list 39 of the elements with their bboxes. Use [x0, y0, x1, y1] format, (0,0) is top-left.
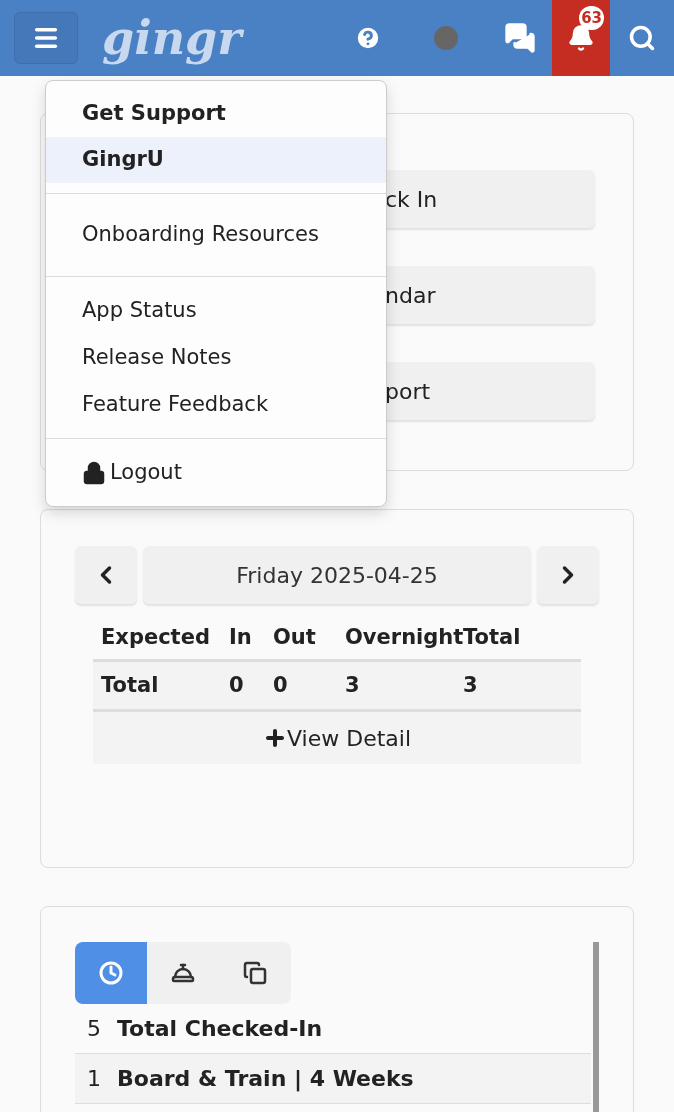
- table-cell-text: 3: [345, 671, 361, 699]
- column-header: Expected: [101, 623, 211, 651]
- service-bell-icon: [171, 961, 195, 985]
- clock-icon: [99, 961, 123, 985]
- date-button[interactable]: Friday 2025-04-25: [143, 546, 531, 604]
- row-label: Total Checked-In: [117, 1015, 323, 1043]
- tab[interactable]: [219, 942, 291, 1004]
- lock-icon: [82, 460, 106, 485]
- column-header: Overnight: [345, 623, 463, 651]
- table-cell-text: 3: [463, 671, 479, 699]
- next-day-button[interactable]: [537, 546, 599, 604]
- notification-badge: 63: [579, 6, 604, 30]
- table-cell-text: Total: [101, 671, 160, 699]
- previous-day-button[interactable]: [75, 546, 137, 604]
- menu-item[interactable]: Onboarding Resources: [46, 204, 386, 266]
- bell-icon: [567, 24, 595, 52]
- tab[interactable]: [147, 942, 219, 1004]
- search-icon[interactable]: [628, 24, 656, 52]
- table-cell-text: 0: [229, 671, 245, 699]
- column-header: Out: [273, 623, 317, 651]
- plus-icon: [263, 726, 287, 750]
- view-detail-button[interactable]: View Detail: [93, 712, 581, 764]
- column-header: In: [229, 623, 253, 651]
- count-cell-text: 1: [87, 1065, 101, 1093]
- chat-icon[interactable]: [504, 22, 536, 54]
- menu-item[interactable]: Logout: [46, 449, 386, 496]
- row-label: Board & Train | 4 Weeks: [117, 1065, 414, 1094]
- notifications-button[interactable]: 63: [552, 0, 610, 76]
- count-cell-text: 5: [87, 1015, 101, 1043]
- menu-button[interactable]: [14, 12, 78, 64]
- help-icon[interactable]: [354, 24, 382, 52]
- column-header: Total: [463, 623, 522, 651]
- menu-item[interactable]: Feature Feedback: [46, 381, 386, 428]
- menu-item[interactable]: Get Support: [46, 91, 386, 137]
- menu-item[interactable]: GingrU: [46, 137, 386, 183]
- table-cell-text: 0: [273, 671, 289, 699]
- menu-item[interactable]: Release Notes: [46, 334, 386, 381]
- copy-icon: [243, 961, 267, 985]
- menu-item[interactable]: App Status: [46, 287, 386, 334]
